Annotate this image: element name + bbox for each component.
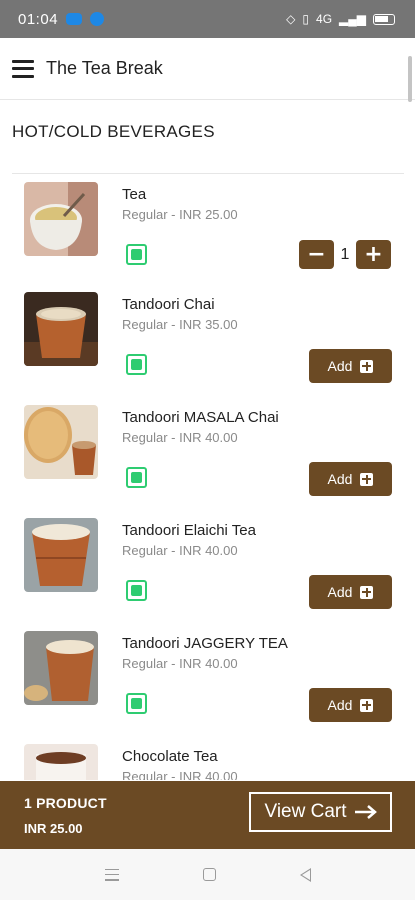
add-button[interactable]: Add [309, 688, 392, 722]
product-name: Tandoori JAGGERY TEA [122, 635, 288, 652]
product-item: Chocolate Tea Regular - INR 40.00 [0, 736, 415, 780]
product-item: Tea Regular - INR 25.00 − 1 + [0, 174, 415, 287]
app-header: The Tea Break [0, 38, 415, 100]
section-title: HOT/COLD BEVERAGES [12, 122, 215, 141]
veg-indicator-icon [126, 354, 147, 375]
product-image[interactable] [24, 292, 98, 366]
product-price: Regular - INR 40.00 [122, 543, 238, 558]
veg-indicator-icon [126, 244, 147, 265]
recents-icon[interactable] [104, 868, 119, 881]
cloud-notification-icon [66, 13, 83, 25]
cart-product-count: 1 PRODUCT [24, 795, 107, 811]
product-name: Tea [122, 186, 147, 203]
product-price: Regular - INR 40.00 [122, 656, 238, 671]
add-button-label: Add [327, 697, 353, 713]
product-name: Tandoori Elaichi Tea [122, 522, 256, 539]
status-bar: 01:04 ◇ ▯ 4G ▂▄▆ [0, 0, 415, 38]
hotspot-icon: ◇ [286, 12, 296, 26]
cart-bar: 1 PRODUCT INR 25.00 View Cart [0, 781, 415, 849]
view-cart-button[interactable]: View Cart [249, 792, 392, 832]
veg-indicator-icon [126, 693, 147, 714]
product-price: Regular - INR 40.00 [122, 769, 238, 780]
home-icon[interactable] [202, 868, 216, 881]
quantity-value: 1 [340, 245, 350, 263]
add-button-label: Add [327, 584, 353, 600]
cart-total: INR 25.00 [24, 821, 83, 836]
plus-icon [360, 359, 374, 373]
product-item: Tandoori Chai Regular - INR 35.00 Add [0, 284, 415, 397]
product-image[interactable] [24, 631, 98, 705]
status-time: 01:04 [18, 10, 59, 28]
add-button[interactable]: Add [309, 462, 392, 496]
product-image[interactable] [24, 405, 98, 479]
scrollbar[interactable] [408, 56, 412, 102]
product-image[interactable] [24, 744, 98, 780]
decrease-quantity-button[interactable]: − [299, 240, 334, 269]
quantity-stepper: − 1 + [299, 240, 391, 269]
arrow-right-icon [354, 805, 377, 819]
increase-quantity-button[interactable]: + [356, 240, 391, 269]
product-item: Tandoori Elaichi Tea Regular - INR 40.00… [0, 510, 415, 623]
product-item: Tandoori JAGGERY TEA Regular - INR 40.00… [0, 623, 415, 736]
veg-indicator-icon [126, 467, 147, 488]
product-name: Tandoori Chai [122, 296, 215, 313]
app-title: The Tea Break [46, 58, 163, 78]
view-cart-label: View Cart [264, 801, 347, 822]
battery-icon [373, 13, 395, 25]
vibrate-icon: ▯ [302, 12, 310, 26]
product-price: Regular - INR 25.00 [122, 207, 238, 222]
product-image[interactable] [24, 518, 98, 592]
add-button-label: Add [327, 471, 353, 487]
plus-icon [360, 698, 374, 712]
product-image[interactable] [24, 182, 98, 256]
product-name: Tandoori MASALA Chai [122, 409, 279, 426]
product-item: Tandoori MASALA Chai Regular - INR 40.00… [0, 397, 415, 510]
add-button[interactable]: Add [309, 575, 392, 609]
plus-icon [360, 585, 374, 599]
back-icon[interactable] [299, 867, 311, 882]
signal-text: 4G [316, 12, 333, 26]
plus-icon [360, 472, 374, 486]
add-button-label: Add [327, 358, 353, 374]
menu-icon[interactable] [12, 59, 34, 78]
product-price: Regular - INR 40.00 [122, 430, 238, 445]
system-navigation-bar [0, 849, 415, 900]
app-notification-icon [90, 12, 105, 26]
veg-indicator-icon [126, 580, 147, 601]
product-price: Regular - INR 35.00 [122, 317, 238, 332]
add-button[interactable]: Add [309, 349, 392, 383]
signal-icon: ▂▄▆ [339, 12, 366, 26]
product-name: Chocolate Tea [122, 748, 218, 765]
product-list[interactable]: Tea Regular - INR 25.00 − 1 + Tandoori C… [0, 174, 415, 780]
